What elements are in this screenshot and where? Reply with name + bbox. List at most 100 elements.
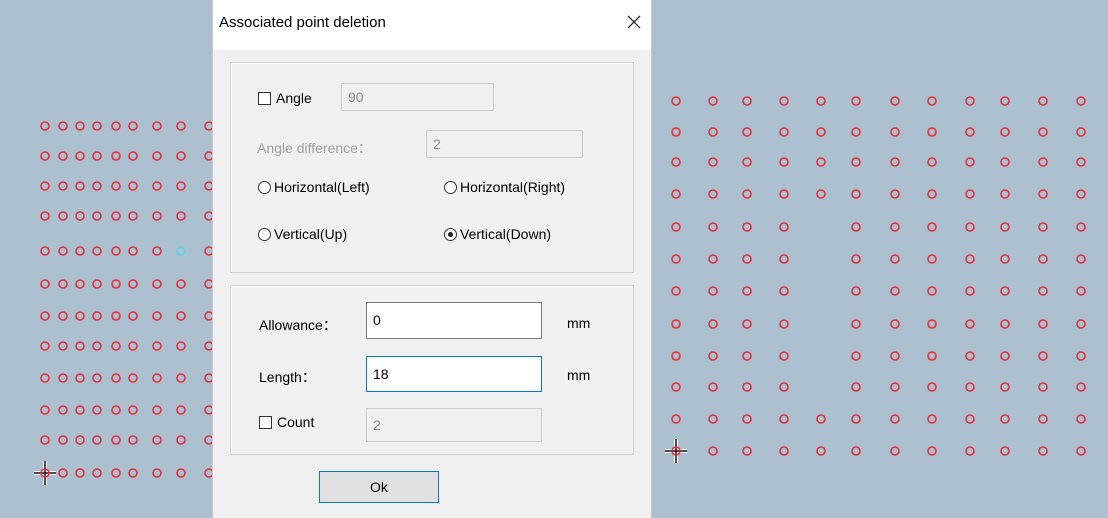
point-marker bbox=[742, 319, 752, 329]
point-marker bbox=[92, 341, 102, 351]
point-marker bbox=[851, 382, 861, 392]
point-marker bbox=[58, 373, 68, 383]
point-marker bbox=[742, 446, 752, 456]
point-marker bbox=[779, 157, 789, 167]
point-marker bbox=[75, 211, 85, 221]
angle-checkbox[interactable] bbox=[258, 92, 271, 105]
point-marker bbox=[128, 246, 138, 256]
point-marker bbox=[742, 414, 752, 424]
point-marker bbox=[965, 96, 975, 106]
point-marker bbox=[176, 246, 186, 256]
point-marker bbox=[927, 351, 937, 361]
radio-horizontal-right[interactable] bbox=[444, 181, 457, 194]
point-marker bbox=[92, 435, 102, 445]
allowance-input[interactable]: 0 bbox=[366, 302, 542, 339]
point-marker bbox=[152, 373, 162, 383]
point-marker bbox=[204, 311, 212, 321]
dialog-titlebar[interactable]: Associated point deletion bbox=[213, 0, 651, 50]
point-marker bbox=[708, 446, 718, 456]
point-marker bbox=[927, 382, 937, 392]
point-marker bbox=[1038, 127, 1048, 137]
length-group: Allowance： 0 mm Length： 18 mm Count 2 bbox=[230, 285, 634, 455]
point-marker bbox=[1038, 382, 1048, 392]
radio-vertical-up[interactable] bbox=[258, 228, 271, 241]
point-marker bbox=[204, 405, 212, 415]
count-input[interactable]: 2 bbox=[366, 408, 542, 442]
point-marker bbox=[58, 468, 68, 478]
ok-button[interactable]: Ok bbox=[319, 471, 439, 503]
point-marker bbox=[965, 319, 975, 329]
point-marker bbox=[75, 468, 85, 478]
point-marker bbox=[40, 151, 50, 161]
point-marker bbox=[671, 127, 681, 137]
point-marker bbox=[851, 222, 861, 232]
point-marker bbox=[111, 211, 121, 221]
point-marker bbox=[779, 446, 789, 456]
canvas-right[interactable] bbox=[652, 0, 1108, 518]
point-marker bbox=[1000, 127, 1010, 137]
point-marker bbox=[890, 96, 900, 106]
point-marker bbox=[927, 189, 937, 199]
point-marker bbox=[75, 246, 85, 256]
radio-selected-dot bbox=[448, 232, 453, 237]
point-marker bbox=[1038, 189, 1048, 199]
point-marker bbox=[1000, 351, 1010, 361]
point-marker bbox=[92, 279, 102, 289]
point-marker bbox=[40, 181, 50, 191]
point-marker bbox=[92, 311, 102, 321]
angle-difference-input[interactable]: 2 bbox=[426, 130, 583, 158]
point-marker bbox=[128, 405, 138, 415]
point-marker bbox=[111, 405, 121, 415]
point-marker bbox=[708, 414, 718, 424]
point-marker bbox=[75, 279, 85, 289]
point-marker bbox=[1038, 446, 1048, 456]
point-marker bbox=[851, 319, 861, 329]
point-marker bbox=[204, 121, 212, 131]
point-marker bbox=[671, 222, 681, 232]
point-marker bbox=[92, 373, 102, 383]
point-marker bbox=[1038, 351, 1048, 361]
canvas-left[interactable] bbox=[0, 0, 212, 518]
point-marker bbox=[816, 127, 826, 137]
point-marker bbox=[75, 373, 85, 383]
point-marker bbox=[40, 341, 50, 351]
point-marker bbox=[779, 189, 789, 199]
allowance-unit: mm bbox=[567, 315, 591, 331]
point-marker bbox=[1076, 286, 1086, 296]
count-label: Count bbox=[277, 414, 315, 430]
point-marker bbox=[176, 211, 186, 221]
radio-vertical-down[interactable] bbox=[444, 228, 457, 241]
point-marker bbox=[1000, 319, 1010, 329]
point-marker bbox=[152, 121, 162, 131]
radio-vertical-down-label: Vertical(Down) bbox=[460, 226, 552, 242]
point-marker bbox=[152, 181, 162, 191]
point-marker bbox=[1076, 382, 1086, 392]
point-marker bbox=[92, 405, 102, 415]
angle-input[interactable]: 90 bbox=[341, 83, 494, 111]
point-marker bbox=[708, 222, 718, 232]
point-marker bbox=[779, 96, 789, 106]
radio-horizontal-left[interactable] bbox=[258, 181, 271, 194]
point-marker bbox=[204, 468, 212, 478]
point-marker bbox=[965, 254, 975, 264]
point-marker bbox=[92, 211, 102, 221]
point-marker bbox=[1000, 414, 1010, 424]
close-button[interactable] bbox=[619, 8, 649, 36]
point-marker bbox=[890, 414, 900, 424]
point-marker bbox=[965, 351, 975, 361]
point-marker bbox=[708, 127, 718, 137]
point-marker bbox=[965, 286, 975, 296]
point-marker bbox=[965, 446, 975, 456]
length-input[interactable]: 18 bbox=[366, 356, 542, 392]
point-marker bbox=[40, 373, 50, 383]
point-marker bbox=[176, 311, 186, 321]
point-marker bbox=[816, 446, 826, 456]
angle-group: Angle 90 Angle difference： 2 Horizontal(… bbox=[230, 62, 634, 273]
length-label: Length： bbox=[259, 369, 316, 385]
point-marker bbox=[1000, 382, 1010, 392]
point-marker bbox=[927, 127, 937, 137]
point-marker bbox=[927, 96, 937, 106]
point-marker bbox=[128, 435, 138, 445]
count-checkbox[interactable] bbox=[259, 416, 272, 429]
point-marker bbox=[708, 351, 718, 361]
